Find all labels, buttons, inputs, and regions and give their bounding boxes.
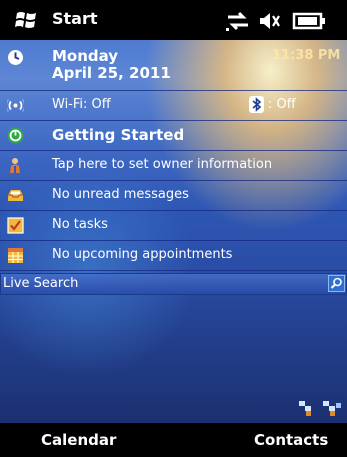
battery-icon[interactable]	[292, 11, 326, 31]
contacts-softkey[interactable]: Contacts	[254, 431, 328, 449]
search-go-button[interactable]	[328, 275, 345, 292]
tasks-checkbox-icon	[7, 217, 24, 234]
getting-started-label: Getting Started	[52, 126, 185, 144]
device-screen: Start Monday April 25, 2011 11:38 PM Wi-…	[0, 0, 347, 457]
date-full: April 25, 2011	[52, 64, 171, 82]
getting-started-row[interactable]: Getting Started	[0, 121, 347, 151]
title-bar: Start	[0, 0, 347, 40]
speaker-muted-icon[interactable]	[258, 10, 280, 32]
clock-icon	[8, 50, 23, 65]
wifi-icon	[7, 99, 24, 112]
tasks-row[interactable]: No tasks	[0, 211, 347, 241]
today-screen: Monday April 25, 2011 11:38 PM Wi-Fi: Of…	[0, 40, 347, 423]
date-row[interactable]: Monday April 25, 2011 11:38 PM	[0, 40, 347, 91]
windows-flag-icon[interactable]	[15, 10, 37, 30]
inbox-icon	[8, 190, 23, 201]
start-title[interactable]: Start	[52, 9, 98, 28]
calendar-softkey[interactable]: Calendar	[41, 431, 116, 449]
messages-row[interactable]: No unread messages	[0, 181, 347, 211]
network-status-icons[interactable]	[296, 398, 342, 416]
search-icon	[330, 277, 342, 289]
softkey-bar: Calendar Contacts	[0, 423, 347, 457]
owner-person-icon	[10, 158, 20, 173]
calendar-icon	[8, 248, 23, 263]
owner-info-label: Tap here to set owner information	[52, 157, 273, 172]
bluetooth-status: : Off	[268, 97, 296, 112]
bluetooth-icon	[249, 96, 264, 113]
date-day: Monday	[52, 47, 119, 65]
tasks-status: No tasks	[52, 217, 108, 232]
clock-time: 11:38 PM	[272, 48, 341, 63]
live-search-box[interactable]: Live Search	[0, 273, 347, 295]
getting-started-icon	[7, 127, 24, 144]
live-search-label: Live Search	[3, 276, 79, 291]
owner-info-row[interactable]: Tap here to set owner information	[0, 151, 347, 181]
appointments-status: No upcoming appointments	[52, 247, 233, 262]
messages-status: No unread messages	[52, 187, 189, 202]
appointments-row[interactable]: No upcoming appointments	[0, 241, 347, 271]
wifi-status: Wi-Fi: Off	[52, 97, 111, 112]
wireless-row[interactable]: Wi-Fi: Off : Off	[0, 91, 347, 121]
connectivity-icon[interactable]	[225, 10, 251, 32]
